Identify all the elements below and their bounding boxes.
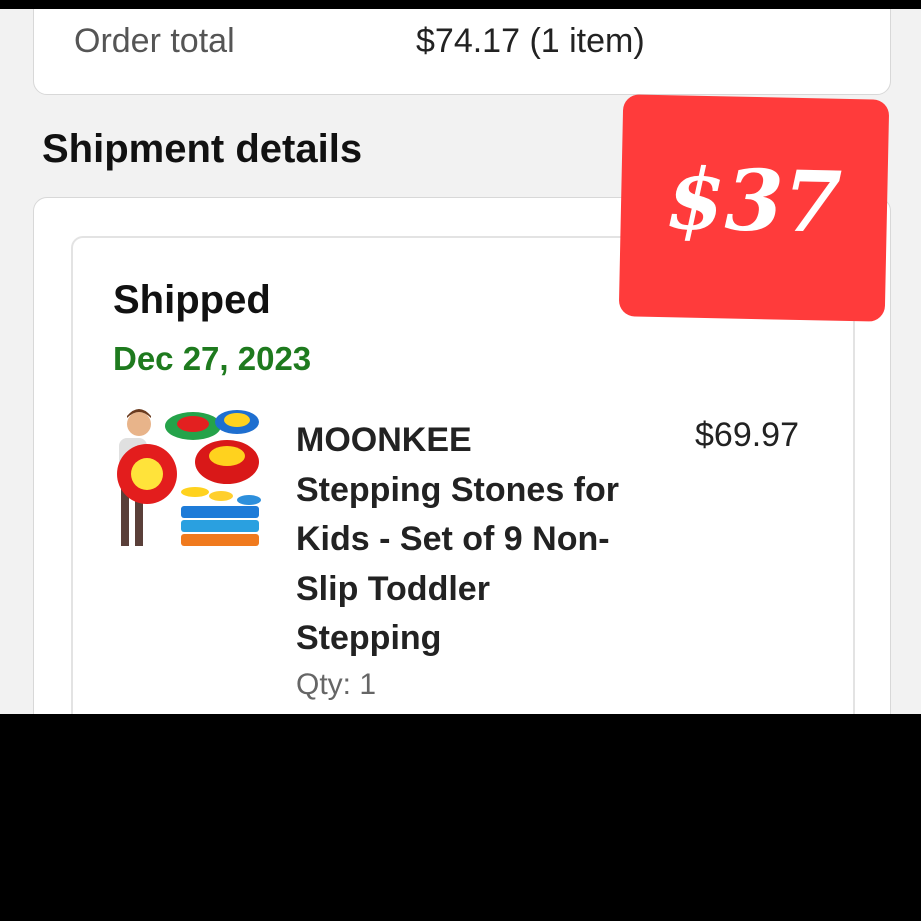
product-title[interactable]: MOONKEE Stepping Stones for Kids - Set o… — [296, 416, 626, 664]
order-total-label: Order total — [74, 22, 235, 60]
order-total-value: $74.17 (1 item) — [416, 22, 645, 60]
order-total-card: Order total $74.17 (1 item) — [33, 9, 891, 95]
order-details-screen: Order total $74.17 (1 item) Shipment det… — [0, 9, 921, 714]
product-quantity: Qty: 1 — [296, 668, 377, 701]
price-overlay-tag: $37 — [618, 94, 890, 322]
top-black-bar — [0, 0, 921, 9]
product-price: $69.97 — [695, 416, 799, 454]
price-overlay-text: $37 — [665, 149, 843, 252]
child-head-shape — [127, 412, 151, 436]
shipment-status: Shipped — [113, 278, 271, 322]
shipment-date: Dec 27, 2023 — [113, 340, 312, 377]
shipment-details-heading: Shipment details — [42, 127, 363, 171]
product-image[interactable] — [109, 404, 265, 560]
bottom-black-area — [0, 714, 921, 921]
